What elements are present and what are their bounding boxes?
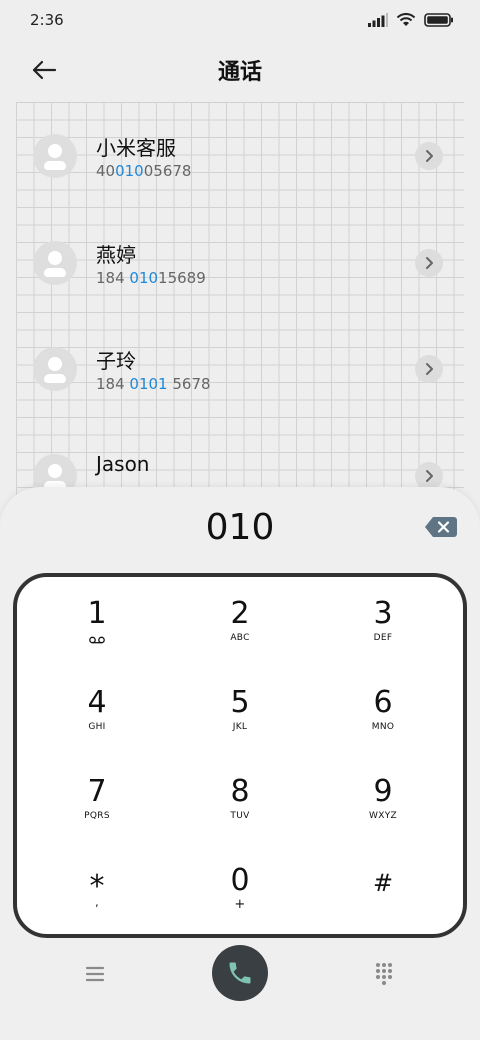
contact-number: 184 0101 5678 — [96, 375, 211, 393]
wifi-icon — [396, 13, 416, 26]
contact-detail-button[interactable] — [415, 142, 443, 170]
contact-row[interactable]: 子玲 184 0101 5678 — [0, 315, 480, 415]
menu-icon — [85, 966, 105, 982]
contact-name: 子玲 — [96, 349, 136, 373]
chevron-right-icon — [426, 257, 433, 269]
keypad: 1 2 ABC 3 DEF 4 GHI 5 JKL 6 MNO 7 PQRS 8… — [13, 573, 467, 938]
header: 通话 — [0, 40, 480, 100]
contact-name: Jason — [96, 452, 150, 476]
key-4[interactable]: 4 GHI — [27, 672, 167, 760]
contact-row[interactable]: 燕婷 184 01015689 — [0, 209, 480, 309]
key-9[interactable]: 9 WXYZ — [313, 761, 453, 849]
contact-detail-button[interactable] — [415, 462, 443, 490]
call-button[interactable] — [212, 945, 268, 1001]
backspace-button[interactable] — [424, 516, 458, 538]
dialer-bottom-bar — [0, 927, 480, 1027]
status-icons — [368, 13, 454, 27]
key-hash[interactable]: # — [313, 850, 453, 938]
key-0[interactable]: 0 + — [170, 850, 310, 938]
status-bar: 2:36 — [0, 0, 480, 40]
status-time: 2:36 — [30, 11, 64, 29]
contact-name: 燕婷 — [96, 243, 136, 267]
contact-detail-button[interactable] — [415, 355, 443, 383]
chevron-right-icon — [426, 363, 433, 375]
menu-button[interactable] — [80, 963, 110, 985]
key-7[interactable]: 7 PQRS — [27, 761, 167, 849]
keypad-toggle-button[interactable] — [372, 961, 396, 985]
key-8[interactable]: 8 TUV — [170, 761, 310, 849]
contact-detail-button[interactable] — [415, 249, 443, 277]
contact-list: 小米客服 4001005678 燕婷 184 01015689 子玲 184 0… — [0, 102, 480, 502]
contact-row[interactable]: 小米客服 4001005678 — [0, 102, 480, 202]
voicemail-icon — [89, 636, 105, 644]
contact-name: 小米客服 — [96, 136, 176, 160]
key-6[interactable]: 6 MNO — [313, 672, 453, 760]
avatar-icon — [33, 241, 77, 285]
chevron-right-icon — [426, 470, 433, 482]
contact-number: 184 01015689 — [96, 269, 206, 287]
contact-number: 4001005678 — [96, 162, 192, 180]
dialpad-icon — [376, 963, 392, 985]
battery-icon — [424, 13, 453, 27]
key-5[interactable]: 5 JKL — [170, 672, 310, 760]
signal-icon — [368, 13, 388, 27]
phone-icon — [229, 962, 251, 984]
dialed-number: 010 — [205, 507, 275, 548]
avatar-icon — [33, 134, 77, 178]
chevron-right-icon — [426, 150, 433, 162]
backspace-icon — [425, 517, 457, 537]
key-3[interactable]: 3 DEF — [313, 583, 453, 671]
avatar-icon — [33, 347, 77, 391]
page-title: 通话 — [217, 60, 262, 85]
dialer-sheet: 010 1 2 ABC 3 DEF 4 GHI 5 JKL 6 MNO 7 PQ… — [0, 487, 480, 1040]
key-2[interactable]: 2 ABC — [170, 583, 310, 671]
key-star[interactable]: * , — [27, 850, 167, 938]
key-1[interactable]: 1 — [27, 583, 167, 671]
